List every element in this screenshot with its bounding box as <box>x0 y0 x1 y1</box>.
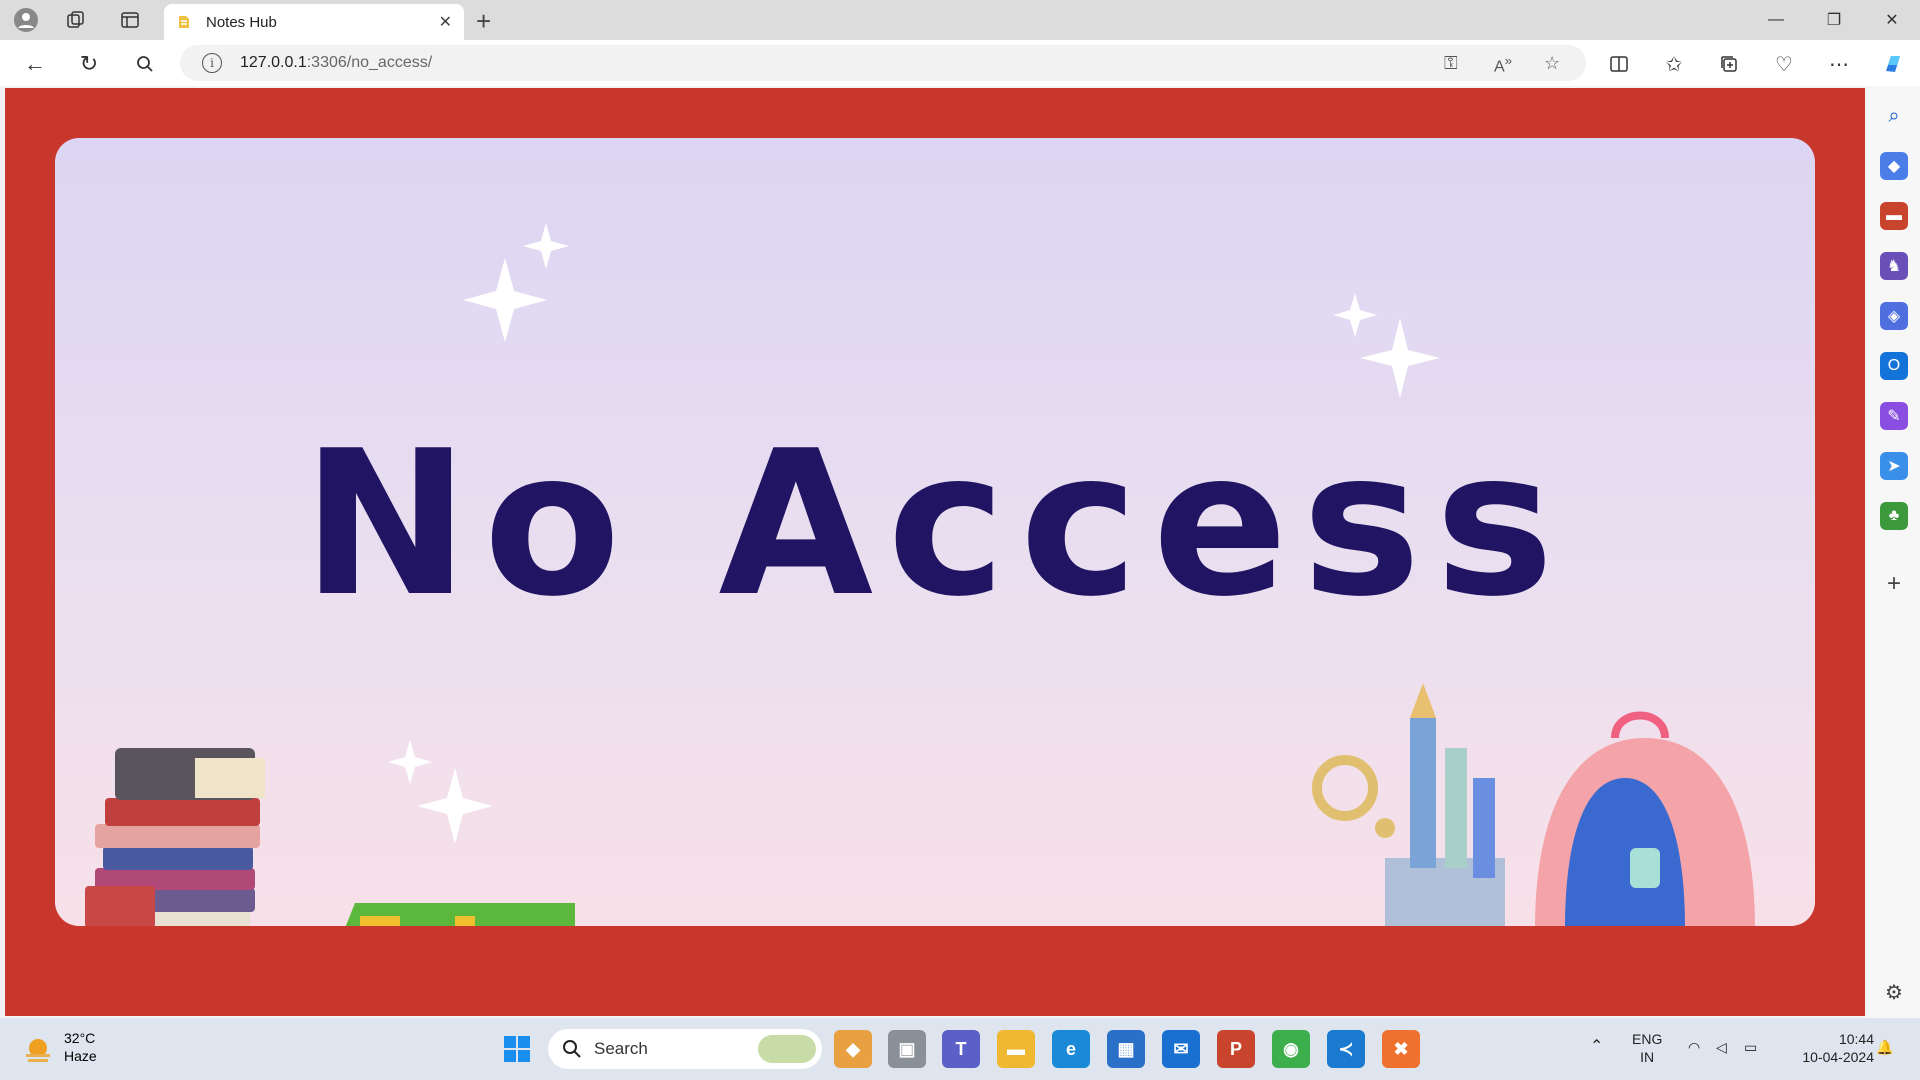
page-background: No Access <box>5 88 1865 1016</box>
search-highlight-icon <box>758 1035 816 1063</box>
url-path: :3306/no_access/ <box>306 54 433 71</box>
url-field[interactable]: i 127.0.0.1:3306/no_access/ ⚿ A» ☆ <box>180 45 1586 81</box>
tools-icon[interactable]: ▬ <box>1880 202 1908 230</box>
books-illustration <box>85 748 575 926</box>
send-icon[interactable]: ➤ <box>1880 452 1908 480</box>
games-icon[interactable]: ♞ <box>1880 252 1908 280</box>
outlook-icon[interactable]: O <box>1880 352 1908 380</box>
site-favicon-icon <box>179 16 189 28</box>
file-explorer-icon[interactable]: ▬ <box>997 1030 1035 1068</box>
minimize-button[interactable]: — <box>1748 0 1804 40</box>
lang-line1: ENG <box>1632 1031 1663 1047</box>
wifi-icon[interactable]: ◠ <box>1688 1038 1700 1056</box>
info-icon[interactable]: i <box>202 53 222 73</box>
close-icon[interactable]: ✕ <box>439 12 452 32</box>
edge-sidebar: ⌕ ◆ ▬ ♞ ◈ O ✎ ➤ ♣ + ⚙ <box>1868 86 1920 1018</box>
language-indicator[interactable]: ENG IN <box>1632 1030 1662 1066</box>
clock-time: 10:44 <box>1838 1031 1874 1047</box>
teams-icon[interactable]: T <box>942 1030 980 1068</box>
powerpoint-icon[interactable]: P <box>1217 1030 1255 1068</box>
clock-date: 10-04-2024 <box>1802 1049 1874 1065</box>
taskbar-search-text: Search <box>594 1039 648 1058</box>
more-icon[interactable]: ⋯ <box>1822 47 1856 81</box>
volume-icon[interactable]: ◁ <box>1716 1038 1727 1056</box>
school-supplies-illustration <box>1312 683 1755 926</box>
tree-icon[interactable]: ♣ <box>1880 502 1908 530</box>
edge-icon[interactable]: e <box>1052 1030 1090 1068</box>
lang-line2: IN <box>1640 1049 1655 1065</box>
clock[interactable]: 10:44 10-04-2024 <box>1784 1030 1874 1066</box>
sidebar-search-icon[interactable]: ⌕ <box>1880 102 1908 130</box>
taskbar-search-icon <box>563 1040 581 1058</box>
favorite-star-icon[interactable]: ☆ <box>1544 53 1560 74</box>
address-toolbar: ← ↻ i 127.0.0.1:3306/no_access/ ⚿ A» ☆ ✩… <box>0 40 1920 86</box>
favorites-icon[interactable]: ✩ <box>1657 47 1691 81</box>
copilot-icon[interactable] <box>1876 47 1910 81</box>
page-title: No Access <box>301 408 1569 641</box>
close-window-button[interactable]: ✕ <box>1864 0 1920 40</box>
split-screen-icon[interactable] <box>1602 47 1636 81</box>
new-tab-icon[interactable]: + <box>476 6 491 37</box>
tab-actions-icon[interactable] <box>114 4 146 36</box>
read-aloud-icon[interactable]: A» <box>1494 53 1512 76</box>
profile-icon[interactable] <box>10 4 42 36</box>
chrome-icon[interactable]: ◉ <box>1272 1030 1310 1068</box>
mail-icon[interactable]: ✉ <box>1162 1030 1200 1068</box>
copilot-pre-icon[interactable]: ◆ <box>834 1030 872 1068</box>
store-icon[interactable]: ▦ <box>1107 1030 1145 1068</box>
shopping-icon[interactable]: ◆ <box>1880 152 1908 180</box>
no-access-card: No Access <box>55 138 1815 926</box>
tab-notes-hub[interactable]: Notes Hub ✕ <box>164 4 464 40</box>
notification-bell-icon[interactable]: 🔔 <box>1876 1038 1893 1056</box>
xampp-icon[interactable]: ✖ <box>1382 1030 1420 1068</box>
add-sidebar-icon[interactable]: + <box>1880 570 1908 598</box>
health-icon[interactable]: ♡ <box>1767 47 1801 81</box>
collections-icon[interactable] <box>1712 47 1746 81</box>
weather-desc: Haze <box>64 1048 97 1064</box>
settings-gear-icon[interactable]: ⚙ <box>1880 978 1908 1006</box>
vscode-icon[interactable]: ≺ <box>1327 1030 1365 1068</box>
designer-icon[interactable]: ✎ <box>1880 402 1908 430</box>
tab-title: Notes Hub <box>206 13 277 31</box>
browser-tab-strip: Notes Hub ✕ + — ❐ ✕ <box>0 0 1920 40</box>
key-icon[interactable]: ⚿ <box>1444 53 1458 74</box>
windows-taskbar: 32°C Haze Search ◆ ▣ T ▬ e ▦ ✉ P ◉ ≺ ✖ ⌃… <box>0 1018 1920 1080</box>
task-view-icon[interactable]: ▣ <box>888 1030 926 1068</box>
weather-temp: 32°C <box>64 1030 96 1046</box>
taskbar-search[interactable]: Search <box>548 1029 822 1069</box>
start-button[interactable] <box>498 1030 536 1068</box>
battery-icon[interactable]: ▭ <box>1744 1038 1757 1056</box>
weather-sun-icon <box>26 1039 50 1062</box>
url-host: 127.0.0.1 <box>240 54 307 71</box>
back-icon[interactable]: ← <box>18 47 52 81</box>
tray-chevron-icon[interactable]: ⌃ <box>1590 1038 1603 1056</box>
refresh-icon[interactable]: ↻ <box>72 47 106 81</box>
microsoft-365-icon[interactable]: ◈ <box>1880 302 1908 330</box>
restore-button[interactable]: ❐ <box>1806 0 1862 40</box>
search-icon[interactable] <box>128 47 162 81</box>
workspaces-icon[interactable] <box>60 4 92 36</box>
